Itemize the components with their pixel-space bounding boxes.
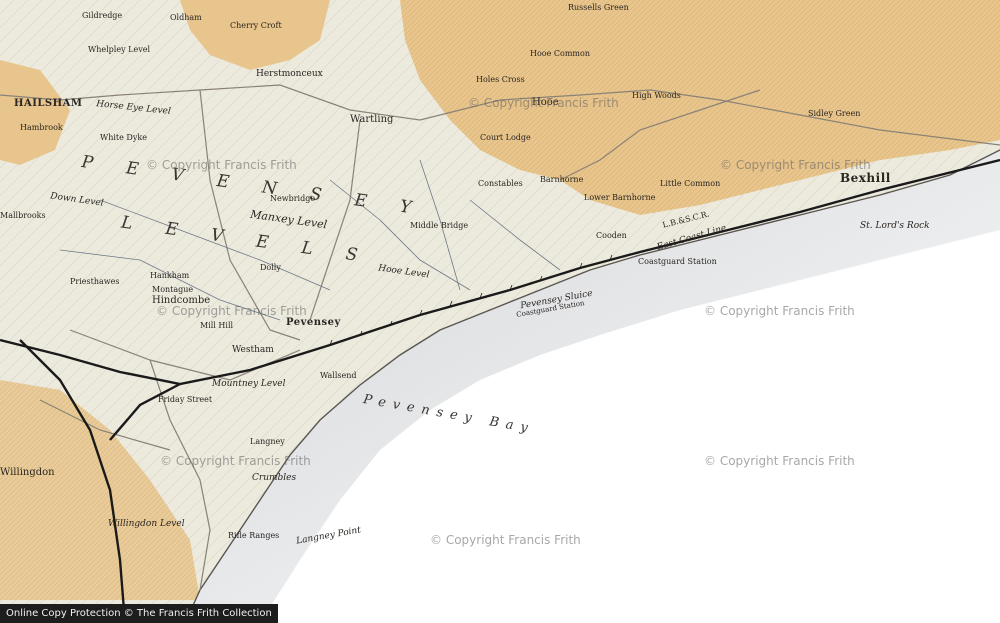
watermark-copyright: © Copyright Francis Frith (704, 454, 855, 468)
place-langney: Langney (250, 437, 285, 446)
place-st-leonards-rock: St. Lord's Rock (860, 221, 930, 231)
place-westham[interactable]: Westham (232, 346, 274, 355)
watermark-copyright: © Copyright Francis Frith (156, 304, 307, 318)
place-high-woods: High Woods (632, 91, 681, 100)
place-wartling[interactable]: Wartling (350, 115, 393, 125)
place-mill-hill: Mill Hill (200, 321, 234, 330)
place-dolly: Dolly (260, 263, 281, 272)
place-coastguard-station-cooden: Coastguard Station (638, 257, 717, 266)
place-gildredge: Gildredge (82, 11, 123, 20)
place-barnhorne: Barnhorne (540, 175, 584, 184)
place-sidley-green: Sidley Green (808, 109, 861, 118)
town-pevensey[interactable]: Pevensey (286, 318, 341, 328)
watermark-copyright: © Copyright Francis Frith (146, 158, 297, 172)
place-mallbrooks: Mallbrooks (0, 211, 46, 220)
place-priesthawes: Priesthawes (70, 277, 120, 286)
map-view[interactable]: P E V E N S E Y L E V E L S HAILSHAM Bex… (0, 0, 1000, 623)
place-russells-green: Russells Green (568, 3, 629, 12)
place-lower-barnhorne: Lower Barnhorne (584, 193, 656, 202)
place-oldham: Oldham (170, 13, 202, 22)
watermark-copyright: © Copyright Francis Frith (720, 158, 871, 172)
place-hambrook: Hambrook (20, 123, 63, 132)
place-little-common: Little Common (660, 179, 721, 188)
place-constables: Constables (478, 179, 523, 188)
place-court-lodge: Court Lodge (480, 133, 531, 142)
place-holes-cross: Holes Cross (476, 75, 525, 84)
place-montague: Montague (152, 285, 194, 294)
place-friday-street: Friday Street (158, 395, 213, 404)
place-willingdon-level: Willingdon Level (108, 519, 185, 529)
place-hankham: Hankham (150, 271, 190, 280)
place-white-dyke: White Dyke (100, 133, 147, 142)
place-rifle-ranges: Rifle Ranges (228, 531, 280, 540)
place-newbridge: Newbridge (270, 194, 316, 203)
place-cherry-croft: Cherry Croft (230, 21, 282, 30)
watermark-copyright: © Copyright Francis Frith (430, 533, 581, 547)
town-hailsham[interactable]: HAILSHAM (14, 99, 82, 109)
place-wallsend: Wallsend (320, 371, 357, 380)
place-middle-bridge: Middle Bridge (410, 221, 469, 230)
watermark-copyright: © Copyright Francis Frith (468, 96, 619, 110)
place-hooe-common: Hooe Common (530, 49, 590, 58)
place-herstmonceux[interactable]: Herstmonceux (256, 70, 323, 79)
watermark-copyright: © Copyright Francis Frith (704, 304, 855, 318)
watermark-copyright: © Copyright Francis Frith (160, 454, 311, 468)
place-crumbles: Crumbles (252, 473, 297, 483)
place-cooden: Cooden (596, 231, 627, 240)
credit-bar: Online Copy Protection © The Francis Fri… (0, 604, 278, 623)
place-mountney-level: Mountney Level (212, 379, 286, 389)
place-willingdon[interactable]: Willingdon (0, 468, 55, 478)
town-bexhill[interactable]: Bexhill (840, 172, 891, 184)
place-whelpley-level: Whelpley Level (88, 45, 151, 54)
